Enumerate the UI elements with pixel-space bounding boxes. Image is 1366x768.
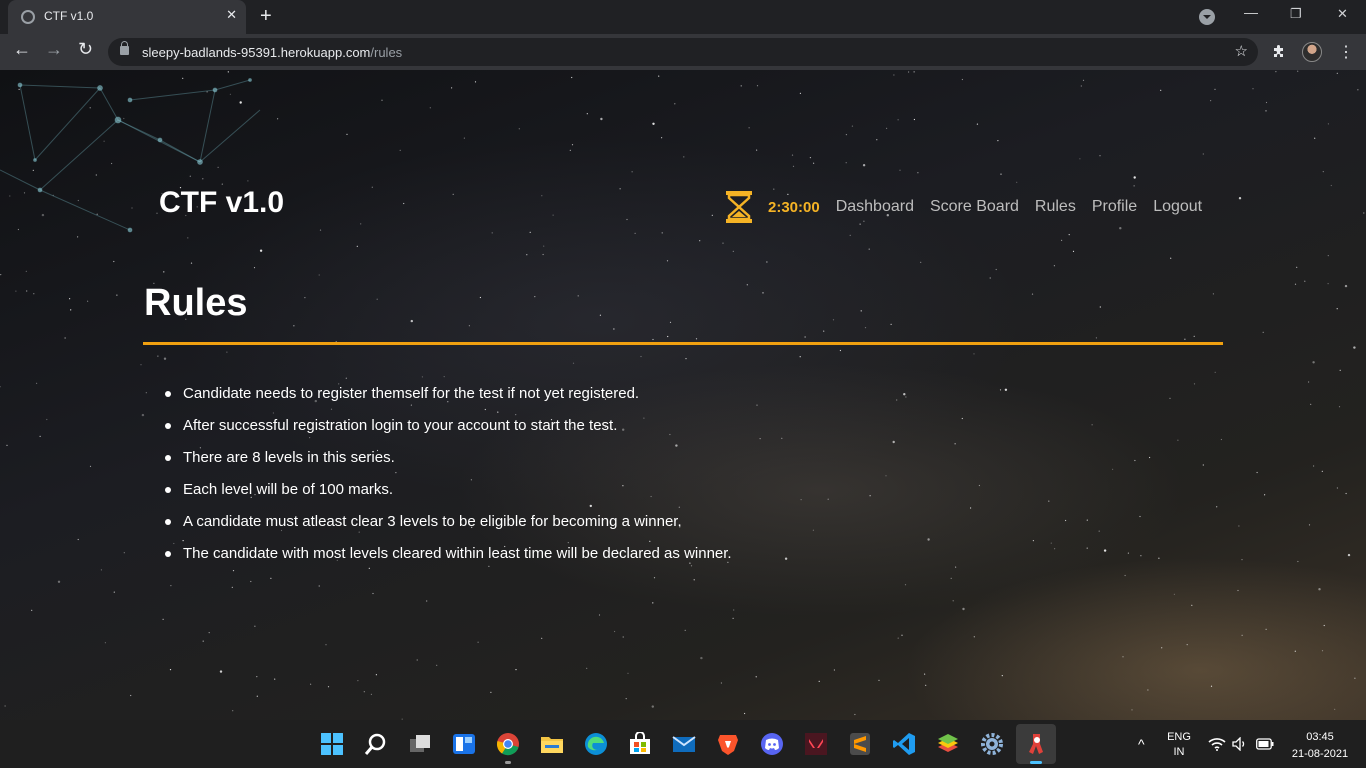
browser-tab-strip: CTF v1.0 ✕ + — ❐ ✕: [0, 0, 1366, 34]
running-indicator: [505, 761, 511, 764]
nav-dashboard[interactable]: Dashboard: [836, 198, 914, 216]
brave-icon[interactable]: [716, 732, 740, 756]
region-code: IN: [1173, 746, 1185, 758]
rule-item: Candidate needs to register themself for…: [162, 384, 732, 416]
rule-item: There are 8 levels in this series.: [162, 448, 732, 480]
extensions-icon[interactable]: [1271, 43, 1287, 59]
chrome-icon[interactable]: [496, 732, 520, 756]
clock-time: 03:45: [1306, 731, 1334, 743]
reload-icon[interactable]: ↻: [78, 39, 93, 60]
close-window-icon[interactable]: ✕: [1337, 6, 1348, 22]
sublime-icon[interactable]: [848, 732, 872, 756]
search-icon[interactable]: [364, 732, 388, 756]
language-indicator[interactable]: ENG IN: [1162, 730, 1196, 760]
site-nav: 2:30:00 Dashboard Score Board Rules Prof…: [724, 190, 1202, 224]
web-page: CTF v1.0 2:30:00 Dashboard Score Board R…: [0, 70, 1366, 720]
page-title: Rules: [144, 282, 248, 324]
countdown-timer: 2:30:00: [768, 198, 820, 216]
site-brand[interactable]: CTF v1.0: [159, 186, 284, 220]
widgets-icon[interactable]: [452, 732, 476, 756]
rule-item: The candidate with most levels cleared w…: [162, 544, 732, 576]
url-host: sleepy-badlands-95391.herokuapp.com: [142, 45, 371, 60]
bluestacks-icon[interactable]: [936, 732, 960, 756]
nav-logout[interactable]: Logout: [1153, 198, 1202, 216]
minimize-icon[interactable]: —: [1244, 4, 1258, 20]
windows-taskbar: ^ ENG IN 03:45 21-08-2021: [0, 720, 1366, 768]
rule-item: A candidate must atleast clear 3 levels …: [162, 512, 732, 544]
back-icon[interactable]: ←: [13, 39, 31, 60]
lock-icon[interactable]: [120, 41, 129, 55]
settings-icon[interactable]: [980, 732, 1004, 756]
hourglass-icon: [726, 191, 752, 223]
clock-date: 21-08-2021: [1291, 748, 1349, 760]
title-divider: [143, 342, 1223, 345]
url-path: /rules: [370, 45, 403, 60]
wifi-icon[interactable]: [1208, 737, 1226, 751]
close-tab-icon[interactable]: ✕: [226, 7, 237, 23]
language-code: ENG: [1167, 731, 1191, 743]
rule-item: Each level will be of 100 marks.: [162, 480, 732, 512]
vscode-icon[interactable]: [892, 732, 916, 756]
chevron-up-icon[interactable]: ^: [1138, 736, 1145, 752]
globe-icon: [21, 10, 35, 24]
nav-score-board[interactable]: Score Board: [930, 198, 1019, 216]
app-icon[interactable]: [1024, 732, 1048, 756]
start-icon[interactable]: [320, 732, 344, 756]
url-text[interactable]: sleepy-badlands-95391.herokuapp.com/rule…: [142, 45, 402, 60]
profile-avatar[interactable]: [1302, 42, 1322, 62]
nav-profile[interactable]: Profile: [1092, 198, 1137, 216]
bookmark-star-icon[interactable]: ☆: [1235, 42, 1248, 60]
new-tab-button[interactable]: +: [260, 5, 272, 28]
discord-icon[interactable]: [760, 732, 784, 756]
restore-icon[interactable]: ❐: [1290, 6, 1302, 22]
nav-rules[interactable]: Rules: [1035, 198, 1076, 216]
tab-search-icon[interactable]: [1199, 9, 1215, 25]
browser-toolbar: ← → ↻ sleepy-badlands-95391.herokuapp.co…: [0, 34, 1366, 70]
browser-menu-icon[interactable]: ⋮: [1338, 42, 1354, 62]
active-indicator: [1030, 761, 1042, 764]
valorant-icon[interactable]: [804, 732, 828, 756]
forward-icon[interactable]: →: [45, 39, 63, 60]
clock[interactable]: 03:45 21-08-2021: [1286, 729, 1354, 763]
address-bar[interactable]: sleepy-badlands-95391.herokuapp.com/rule…: [108, 38, 1258, 66]
mail-icon[interactable]: [672, 732, 696, 756]
volume-icon[interactable]: [1232, 737, 1248, 751]
rules-list: Candidate needs to register themself for…: [162, 384, 732, 576]
edge-icon[interactable]: [584, 732, 608, 756]
tab-title: CTF v1.0: [44, 9, 94, 23]
store-icon[interactable]: [628, 732, 652, 756]
browser-tab[interactable]: CTF v1.0 ✕: [8, 0, 246, 34]
rule-item: After successful registration login to y…: [162, 416, 732, 448]
battery-icon[interactable]: [1256, 738, 1274, 750]
task-view-icon[interactable]: [408, 732, 432, 756]
file-explorer-icon[interactable]: [540, 732, 564, 756]
